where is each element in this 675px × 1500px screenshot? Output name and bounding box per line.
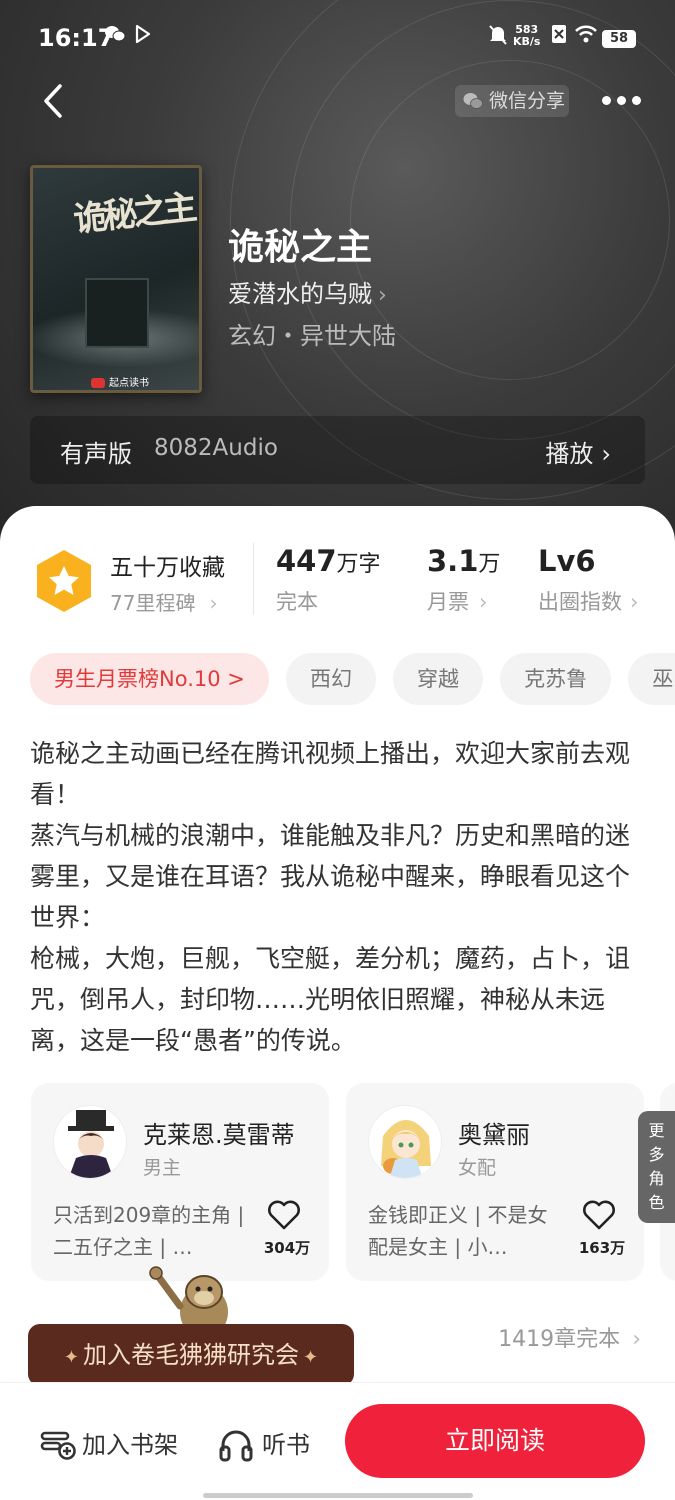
listen-label: 听书 (262, 1431, 310, 1459)
chevron-right-icon: › (630, 590, 639, 614)
battery-indicator: 58 (602, 30, 636, 48)
stats-divider (253, 543, 254, 615)
words-label: 完本 (276, 590, 318, 614)
back-button[interactable] (38, 82, 70, 120)
book-cover[interactable]: 诡秘之主 起点读书 (30, 165, 202, 393)
collect-title: 五十万收藏 (110, 555, 225, 581)
status-bar: 16:17 583 KB/s 58 (0, 0, 675, 76)
role-avatar (53, 1105, 127, 1179)
role-card[interactable]: 奥黛丽 女配 金钱即正义 | 不是女配是女主 | 小… 163万 (346, 1083, 644, 1281)
heart-icon[interactable] (267, 1199, 301, 1231)
role-desc: 金钱即正义 | 不是女配是女主 | 小… (368, 1203, 548, 1259)
chevron-right-icon: › (632, 1327, 641, 1352)
tickets-unit: 万 (478, 552, 501, 577)
add-to-shelf-button[interactable]: 加入书架 (40, 1425, 178, 1465)
tooltip-label: 加入卷毛狒狒研究会 (83, 1341, 299, 1369)
audio-play-button[interactable]: 播放 › (545, 434, 611, 469)
status-time: 16:17 (38, 24, 115, 52)
mascot-monkey-icon (149, 1266, 228, 1332)
cover-throne-image (85, 278, 149, 348)
collection-badge-icon (37, 550, 91, 612)
role-type: 男主 (143, 1157, 182, 1179)
net-speed-unit: KB/s (513, 35, 541, 48)
tickets-value: 3.1 (427, 544, 479, 578)
words-unit: 万字 (336, 552, 381, 577)
milestone-link[interactable]: 77里程碑 › (110, 587, 217, 616)
more-options-button[interactable] (600, 92, 644, 110)
chapter-count-label: 1419章完本 (498, 1327, 621, 1352)
audio-version-bar[interactable]: 有声版 8082Audio 播放 › (30, 416, 645, 484)
chevron-right-icon: › (378, 283, 387, 308)
play-label: 播放 (545, 440, 594, 468)
role-name: 克莱恩.莫雷蒂 (143, 1121, 295, 1149)
mute-icon (488, 24, 508, 51)
sparkle-icon: ✦ (303, 1347, 319, 1368)
level-label: 出圈指数 (538, 590, 622, 614)
role-desc: 只活到209章的主角 | 二五仔之主 | … (53, 1203, 245, 1259)
role-likes: 163万 (578, 1239, 626, 1257)
sparkle-icon: ✦ (63, 1347, 79, 1368)
book-title: 诡秘之主 (228, 226, 373, 268)
wifi-icon (574, 24, 598, 49)
level-value: Lv6 (538, 544, 596, 578)
intro-paragraph: 枪械，大炮，巨舰，飞空艇，差分机；魔药，占卜，诅咒，倒吊人，封印物……光明依旧照… (30, 944, 631, 1055)
tag-item[interactable]: 西幻 (285, 653, 376, 705)
sim-off-icon (551, 24, 567, 49)
chevron-left-icon (44, 84, 62, 118)
chevron-right-icon: › (209, 591, 218, 615)
stat-words: 447万字 完本 (276, 544, 381, 616)
role-name: 奥黛丽 (458, 1121, 530, 1149)
author-name: 爱潜水的乌贼 (228, 280, 372, 308)
stat-monthly-tickets[interactable]: 3.1万 月票 › (427, 544, 500, 616)
chevron-right-icon: › (479, 590, 488, 614)
headphones-icon (219, 1430, 253, 1462)
listen-button[interactable]: 听书 (218, 1425, 310, 1465)
author-link[interactable]: 爱潜水的乌贼 › (228, 274, 387, 309)
bottom-action-bar: 加入书架 听书 立即阅读 (0, 1382, 675, 1500)
intro-paragraph: 诡秘之主动画已经在腾讯视频上播出，欢迎大家前去观看！ (30, 739, 631, 809)
shelf-label: 加入书架 (82, 1431, 178, 1459)
tag-item[interactable]: 巫师 (628, 653, 675, 705)
heart-icon[interactable] (582, 1199, 616, 1231)
wechat-status-icon (104, 24, 126, 49)
net-speed: 583 KB/s (513, 24, 540, 48)
share-label: 微信分享 (489, 90, 566, 112)
cover-publisher-label: 起点读书 (109, 378, 149, 389)
tag-row: 男生月票榜No.10 > 西幻 穿越 克苏鲁 巫师 (30, 653, 675, 705)
words-value: 447 (276, 544, 337, 578)
wechat-icon (463, 93, 483, 109)
book-genre: 玄幻・异世大陆 (228, 322, 396, 350)
join-club-tooltip[interactable]: ✦ 加入卷毛狒狒研究会 ✦ (28, 1324, 354, 1386)
stat-level[interactable]: Lv6 出圈指数 › (538, 544, 638, 616)
more-roles-button[interactable]: 更多角色 (638, 1111, 675, 1223)
more-dot-icon (602, 96, 611, 105)
tag-item[interactable]: 克苏鲁 (500, 653, 612, 705)
chevron-right-icon: › (601, 440, 611, 468)
milestone-label: 77里程碑 (110, 591, 196, 615)
cover-publisher: 起点读书 (91, 374, 149, 389)
role-type: 女配 (458, 1157, 497, 1179)
audio-label: 有声版 (60, 440, 132, 468)
play-store-icon (134, 24, 152, 49)
audio-narrator: 8082Audio (154, 435, 278, 461)
add-shelf-icon (40, 1431, 76, 1460)
read-now-button[interactable]: 立即阅读 (345, 1404, 645, 1478)
tickets-label: 月票 (427, 590, 469, 614)
more-dot-icon (617, 96, 626, 105)
chapter-count: 1419章完本 › (498, 1321, 641, 1353)
cover-title: 诡秘之主 (71, 187, 196, 241)
role-card[interactable]: 克莱恩.莫雷蒂 男主 只活到209章的主角 | 二五仔之主 | … 304万 (31, 1083, 329, 1281)
tag-rank[interactable]: 男生月票榜No.10 > (30, 653, 269, 705)
home-indicator[interactable] (203, 1493, 473, 1498)
book-intro[interactable]: 诡秘之主动画已经在腾讯视频上播出，欢迎大家前去观看！ 蒸汽与机械的浪潮中，谁能触… (30, 733, 650, 1061)
role-likes: 304万 (263, 1239, 311, 1257)
role-avatar (368, 1105, 442, 1179)
more-dot-icon (632, 96, 641, 105)
tag-item[interactable]: 穿越 (393, 653, 484, 705)
intro-paragraph: 蒸汽与机械的浪潮中，谁能触及非凡？历史和黑暗的迷雾里，又是谁在耳语？我从诡秘中醒… (30, 821, 631, 932)
wechat-share-button[interactable]: 微信分享 (455, 85, 569, 117)
